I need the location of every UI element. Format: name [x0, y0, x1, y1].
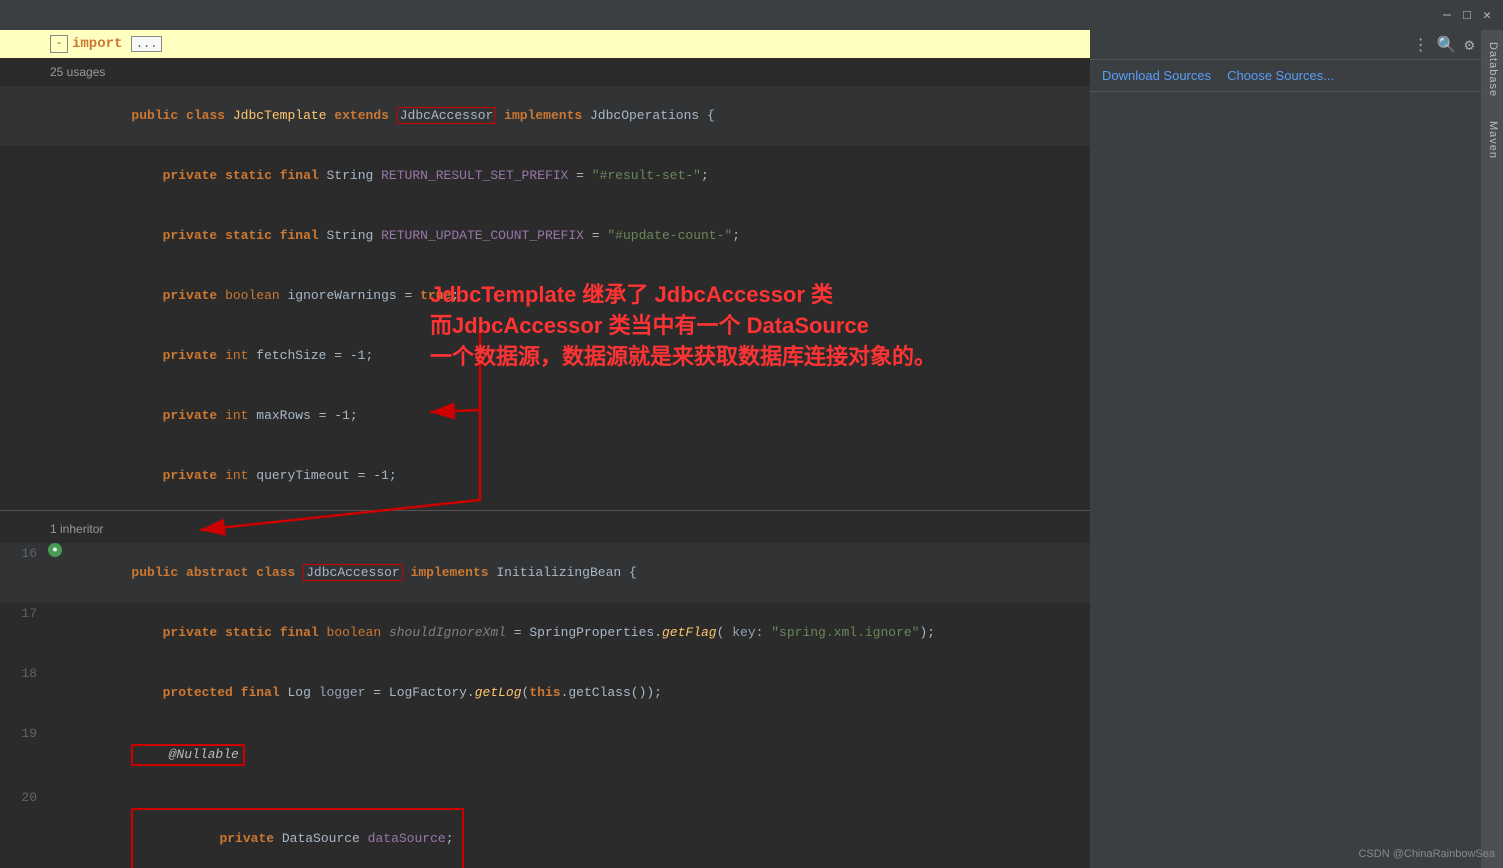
import-dots[interactable]: ... — [131, 36, 163, 52]
line-16-num: 16 — [0, 543, 45, 561]
title-bar: ─ □ ✕ — [0, 0, 1503, 30]
source-bar: Download Sources Choose Sources... — [1090, 60, 1503, 92]
line-content: private boolean ignoreWarnings = true; — [65, 266, 1090, 326]
nullable-box-top: @Nullable — [131, 744, 244, 766]
line-content: public class JdbcTemplate extends JdbcAc… — [65, 86, 1090, 146]
field-return-update-count: private static final String RETURN_UPDAT… — [0, 206, 1090, 266]
vertical-tabs: Database Maven — [1481, 30, 1503, 868]
collapse-icon[interactable]: - — [50, 35, 68, 53]
maven-tab[interactable]: Maven — [1481, 109, 1503, 171]
line-16-content: public abstract class JdbcAccessor imple… — [65, 543, 1090, 603]
import-line: - import ... — [0, 30, 1090, 58]
section-divider — [0, 510, 1090, 511]
line-17: 17 private static final boolean shouldIg… — [0, 603, 1090, 663]
database-tab[interactable]: Database — [1481, 30, 1503, 109]
right-panel-toolbar: ⋮ 🔍 ⚙ ⤢ — [1090, 30, 1503, 60]
line-18: 18 protected final Log logger = LogFacto… — [0, 663, 1090, 723]
line-num — [0, 206, 45, 209]
line-num — [0, 146, 45, 149]
line-17-num: 17 — [0, 603, 45, 621]
line-20: 20 private DataSource dataSource; — [0, 787, 1090, 868]
editor-container: - import ... 25 usages public class Jdbc… — [0, 30, 1090, 868]
inheritor-line: 1 inheritor — [0, 515, 1090, 543]
line-20-num: 20 — [0, 787, 45, 805]
line-18-content: protected final Log logger = LogFactory.… — [65, 663, 1090, 723]
line-19-content: @Nullable — [65, 723, 1090, 787]
close-button[interactable]: ✕ — [1479, 7, 1495, 23]
line-16-gutter: ● — [45, 543, 65, 557]
green-icon: ● — [48, 543, 62, 557]
line-content: private int queryTimeout = -1; — [65, 446, 1090, 506]
line-content: private static final String RETURN_RESUL… — [65, 146, 1090, 206]
line-num — [0, 86, 45, 89]
line-18-num: 18 — [0, 663, 45, 681]
maximize-button[interactable]: □ — [1459, 7, 1475, 23]
line-20-content: private DataSource dataSource; — [65, 787, 1090, 868]
line-content: private int fetchSize = -1; — [65, 326, 1090, 386]
right-panel: ⋮ 🔍 ⚙ ⤢ Download Sources Choose Sources.… — [1090, 30, 1503, 868]
search-icon[interactable]: 🔍 — [1437, 35, 1457, 55]
more-icon[interactable]: ⋮ — [1413, 35, 1429, 55]
jdbcaccessor-class-line: 16 ● public abstract class JdbcAccessor … — [0, 543, 1090, 603]
field-query-timeout: private int queryTimeout = -1; — [0, 446, 1090, 506]
import-keyword: import — [72, 36, 122, 52]
line-17-content: private static final boolean shouldIgnor… — [65, 603, 1090, 663]
download-sources-link[interactable]: Download Sources — [1102, 68, 1211, 83]
line-num — [0, 326, 45, 329]
code-editor[interactable]: - import ... 25 usages public class Jdbc… — [0, 30, 1090, 868]
line-num — [0, 386, 45, 389]
line-content: private static final String RETURN_UPDAT… — [65, 206, 1090, 266]
datasource-field-box: private DataSource dataSource; — [131, 808, 463, 868]
usages-line: 25 usages — [0, 58, 1090, 86]
choose-sources-link[interactable]: Choose Sources... — [1227, 68, 1334, 83]
minimize-button[interactable]: ─ — [1439, 7, 1455, 23]
settings-icon[interactable]: ⚙ — [1465, 35, 1475, 55]
field-max-rows: private int maxRows = -1; — [0, 386, 1090, 446]
field-ignore-warnings: private boolean ignoreWarnings = true; — [0, 266, 1090, 326]
line-19-num: 19 — [0, 723, 45, 741]
usages-text: 25 usages — [50, 65, 105, 79]
line-19: 19 @Nullable — [0, 723, 1090, 787]
jdbctemplate-class-line: public class JdbcTemplate extends JdbcAc… — [0, 86, 1090, 146]
line-num — [0, 266, 45, 269]
watermark: CSDN @ChinaRainbowSea — [1358, 848, 1495, 860]
line-num — [0, 446, 45, 449]
line-content: private int maxRows = -1; — [65, 386, 1090, 446]
field-return-result-set: private static final String RETURN_RESUL… — [0, 146, 1090, 206]
field-fetch-size: private int fetchSize = -1; — [0, 326, 1090, 386]
inheritor-text: 1 inheritor — [50, 522, 103, 536]
